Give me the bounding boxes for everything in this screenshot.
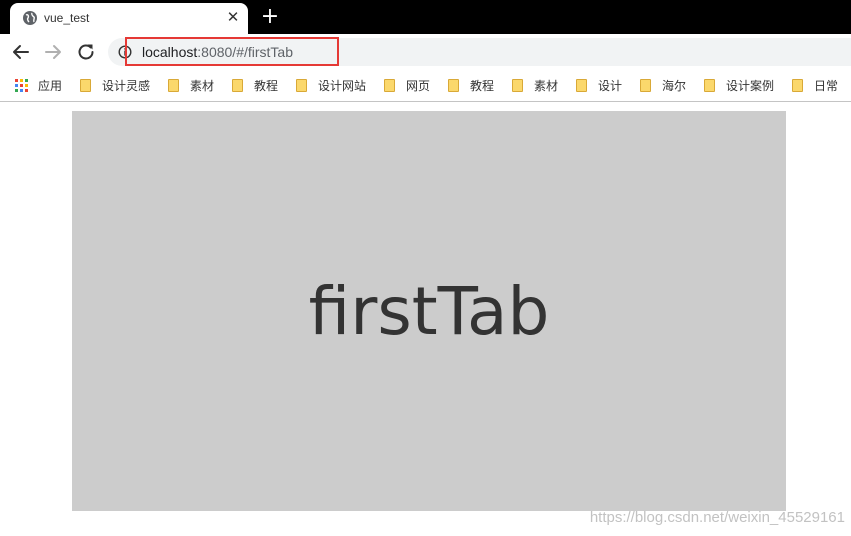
apps-grid-icon [15,78,28,92]
bookmark-folder[interactable]: 设计网站 [296,77,366,93]
bookmarks-bar: 应用 设计灵感 素材 教程 设计网站 网页 教程 素材 设计 海尔 设计案例 日… [0,70,851,102]
folder-icon [704,78,715,92]
bookmark-folder[interactable]: 素材 [168,77,214,93]
tab-vue-test[interactable]: vue_test ✕ [10,3,248,34]
bookmark-label: 网页 [406,78,431,93]
bookmark-label: 设计网站 [318,78,367,93]
bookmark-folder[interactable]: 设计 [576,77,622,93]
bookmark-label: 设计灵感 [102,78,151,93]
watermark-text: https://blog.csdn.net/weixin_45529161 [589,509,845,526]
folder-icon [232,78,243,92]
bookmark-folder[interactable]: 素材 [512,77,558,93]
panel-heading: firstTab [308,272,550,350]
bookmark-apps[interactable]: 应用 [15,77,62,93]
folder-icon [296,78,307,92]
folder-icon [448,78,459,92]
browser-window: vue_test ✕ + localhost:8080/#/firstTab 应… [0,0,851,536]
bookmark-folder[interactable]: 网页 [384,77,430,93]
bookmark-folder[interactable]: 教程 [448,77,494,93]
arrow-right-icon[interactable] [41,40,65,64]
bookmark-folder[interactable]: 设计灵感 [80,77,150,93]
bookmark-label: 应用 [38,78,63,93]
bookmark-folder[interactable]: 教程 [232,77,278,93]
folder-icon [80,78,91,92]
bookmark-folder[interactable]: 设计案例 [704,77,774,93]
first-tab-panel: firstTab [72,111,786,511]
arrow-left-icon[interactable] [9,40,33,64]
bookmark-label: 教程 [254,78,279,93]
globe-icon [23,11,37,25]
tab-close-icon[interactable]: ✕ [225,9,241,25]
url-highlight-box [125,37,339,66]
bookmark-label: 教程 [470,78,495,93]
folder-icon [792,78,803,92]
folder-icon [640,78,651,92]
new-tab-button[interactable]: + [258,5,282,29]
folder-icon [168,78,179,92]
bookmark-label: 海尔 [662,78,687,93]
bookmark-folder[interactable]: 日常 [792,77,838,93]
bookmark-label: 设计 [598,78,623,93]
tab-title: vue_test [44,11,90,25]
tab-strip: vue_test ✕ + [0,0,851,34]
folder-icon [576,78,587,92]
bookmark-label: 素材 [534,78,559,93]
reload-icon[interactable] [74,40,98,64]
folder-icon [384,78,395,92]
bookmark-folder[interactable]: 海尔 [640,77,686,93]
folder-icon [512,78,523,92]
bookmark-label: 设计案例 [726,78,775,93]
bookmark-label: 素材 [190,78,215,93]
bookmark-label: 日常 [814,78,839,93]
